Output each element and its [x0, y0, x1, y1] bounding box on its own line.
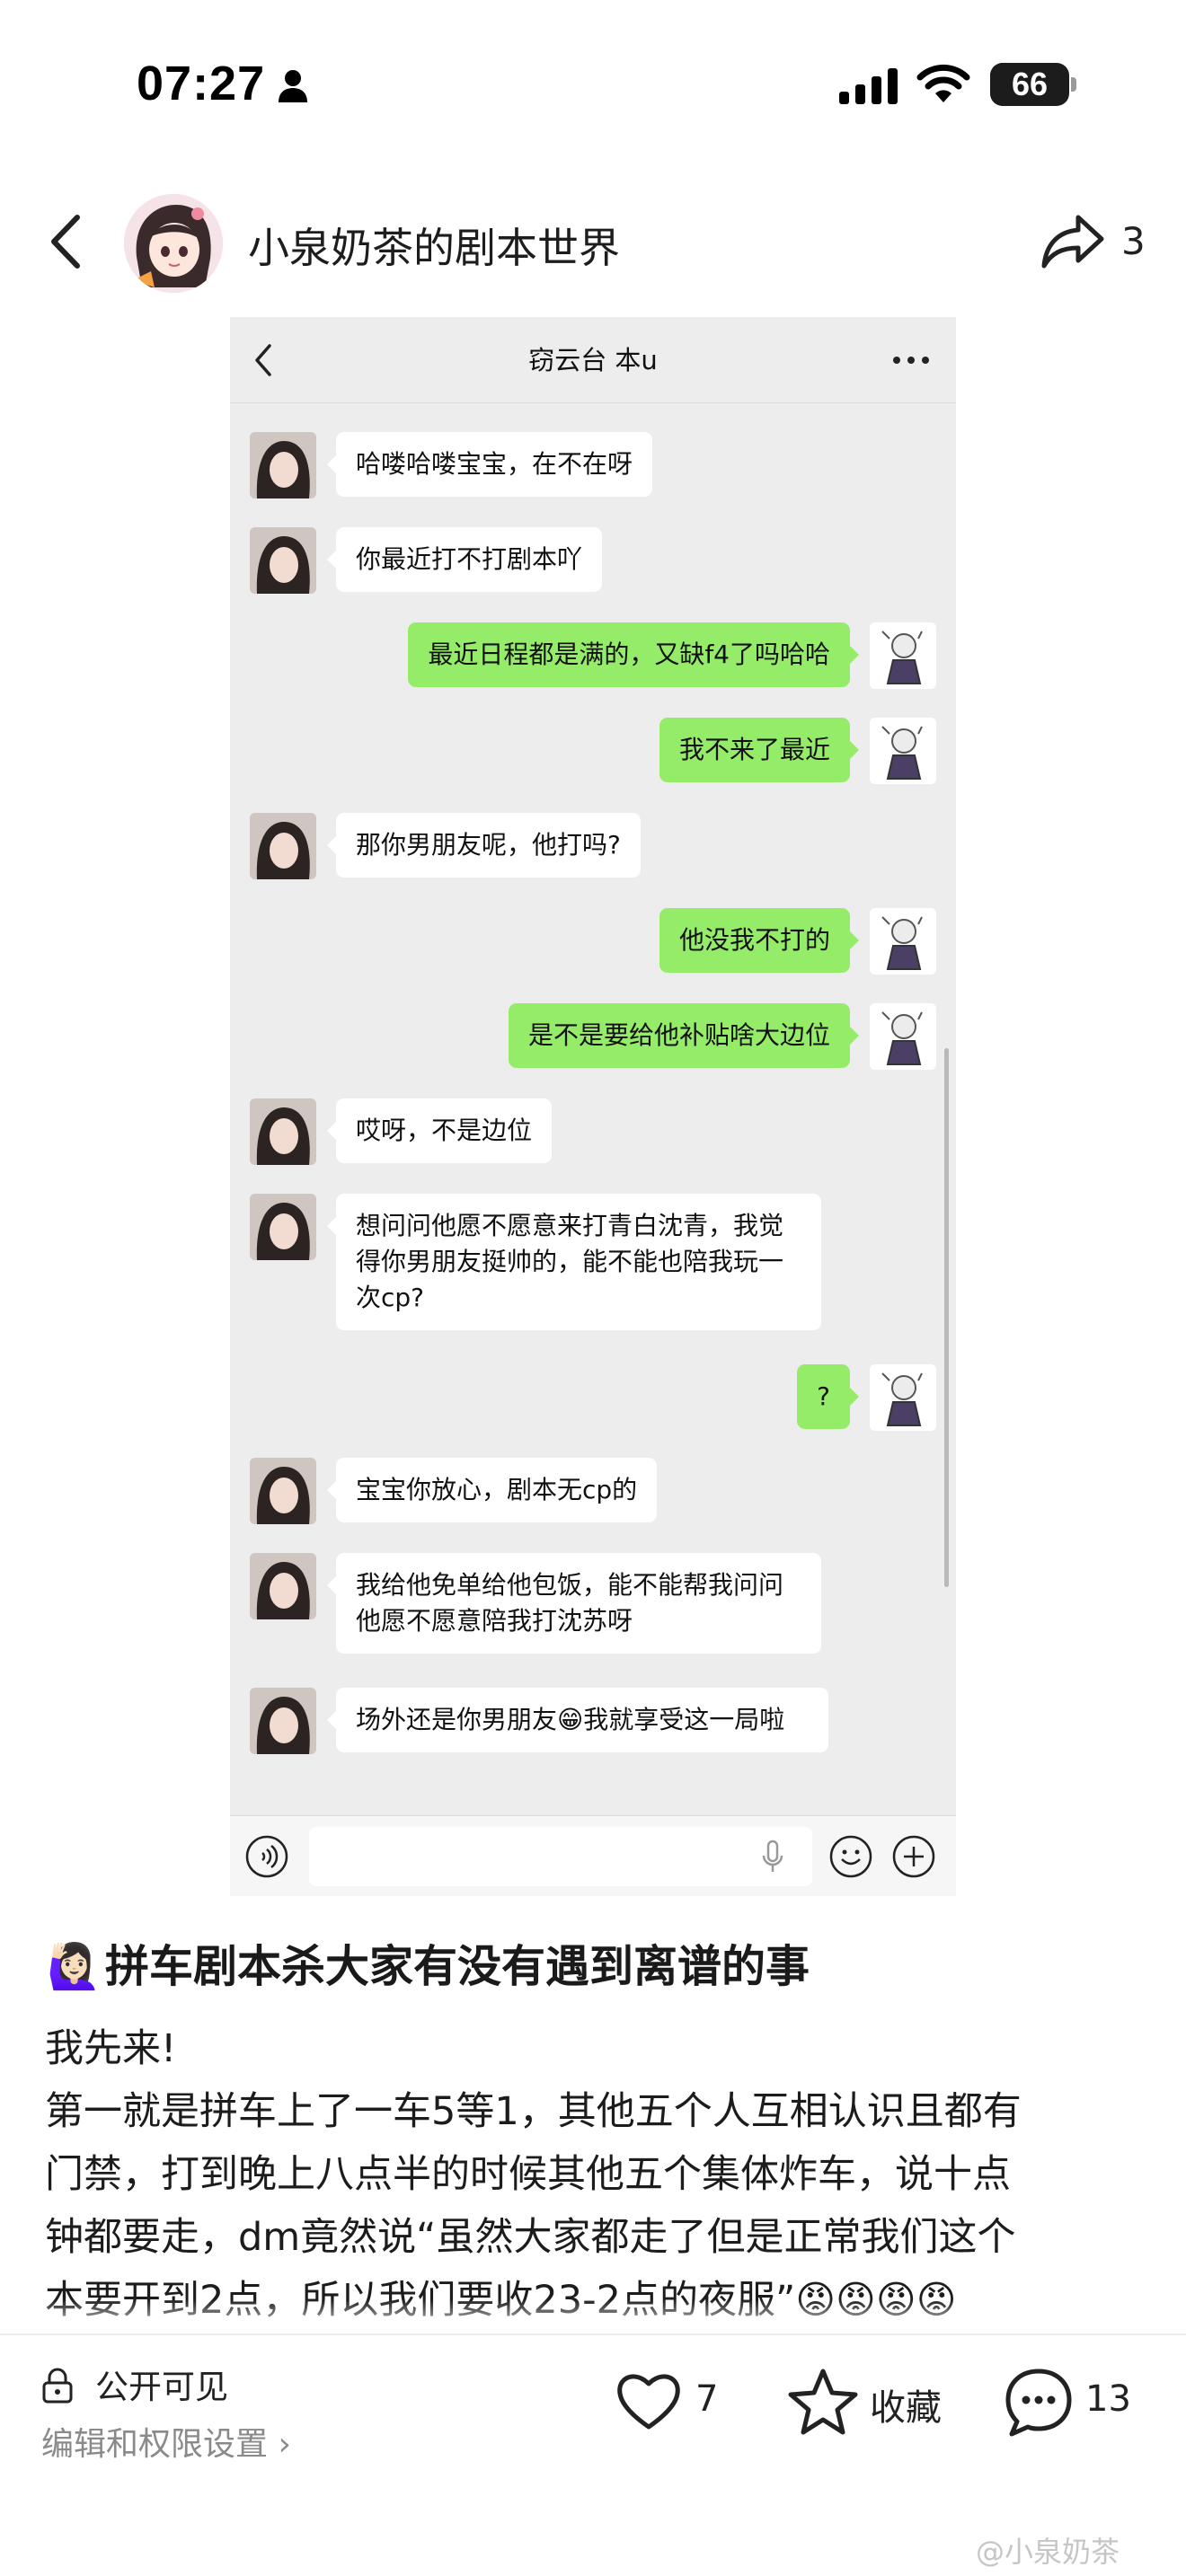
contact-avatar: [250, 1098, 316, 1165]
contact-avatar: [250, 1688, 316, 1754]
heart-icon: [617, 2374, 680, 2430]
favorite-button[interactable]: 收藏: [787, 2366, 967, 2438]
incoming-message: 你最近打不打剧本吖: [326, 527, 603, 592]
outgoing-message: 是不是要给他补贴啥大边位: [508, 1003, 860, 1068]
incoming-message: 想问问他愿不愿意来打青白沈青，我觉得你男朋友挺帅的，能不能也陪我玩一次cp?: [327, 1194, 821, 1330]
incoming-message: 哈喽哈喽宝宝，在不在呀: [326, 432, 653, 497]
chat-input-bar: [230, 1815, 956, 1896]
author-avatar[interactable]: [124, 194, 223, 293]
author-name[interactable]: 小泉奶茶的剧本世界: [248, 216, 620, 275]
self-avatar: [870, 718, 936, 784]
wifi-icon: [916, 64, 970, 102]
avatar-illustration: [124, 194, 223, 293]
share-count: 3: [1121, 219, 1146, 263]
contact-avatar: [250, 1458, 316, 1524]
chat-screenshot-image[interactable]: 窃云台 本u 哈喽哈喽宝宝，在不在呀 你最近打不打剧本吖 最近日程都是满的，又缺…: [230, 317, 956, 1896]
edit-permissions-link[interactable]: 编辑和权限设置 ›: [41, 2418, 291, 2465]
outgoing-message: 他没我不打的: [659, 908, 860, 973]
chat-title: 窃云台 本u: [528, 345, 658, 375]
contact-avatar: [250, 1194, 316, 1260]
share-icon: [1041, 215, 1104, 269]
battery-icon: 66: [990, 63, 1069, 106]
emoji-icon: [829, 1835, 872, 1878]
comment-icon: [1005, 2369, 1072, 2437]
incoming-message: 哎呀，不是边位: [326, 1098, 553, 1163]
self-avatar: [870, 1003, 936, 1070]
post-body: 我先来! 第一就是拼车上了一车5等1，其他五个人互相认识且都有 门禁，打到晚上八…: [45, 2017, 1150, 2332]
watermark: @小泉奶茶: [976, 2535, 1120, 2569]
incoming-message: 那你男朋友呢，他打吗?: [327, 813, 641, 878]
like-button[interactable]: 7: [613, 2366, 748, 2438]
raising-hand-emoji: 🙋🏻‍♀️: [47, 1941, 102, 1992]
outgoing-message: 我不来了最近: [659, 718, 860, 782]
post-title-text: 拼车剧本杀大家有没有遇到离谱的事: [105, 1941, 810, 1992]
microphone-icon: [762, 1839, 783, 1872]
incoming-message: 场外还是你男朋友😁我就享受这一局啦: [327, 1688, 828, 1752]
lock-icon: [42, 2368, 73, 2404]
post-body-line: 门禁，打到晚上八点半的时候其他五个集体炸车，说十点: [45, 2152, 1011, 2197]
battery-cap: [1071, 77, 1076, 92]
plus-icon: [892, 1835, 935, 1878]
self-avatar: [870, 622, 936, 689]
incoming-message: 我给他免单给他包饭，能不能帮我问问他愿不愿意陪我打沈苏呀: [327, 1553, 821, 1654]
cellular-signal-icon: [839, 68, 898, 104]
incoming-message: 宝宝你放心，剧本无cp的: [326, 1458, 658, 1522]
contact-avatar: [250, 527, 316, 594]
chat-scrollbar: [944, 1048, 949, 1587]
contact-avatar: [250, 1553, 316, 1619]
status-time: 07:27: [137, 57, 266, 110]
comment-button[interactable]: 13: [1003, 2366, 1182, 2438]
chat-text-field: [309, 1827, 812, 1886]
like-count: 7: [695, 2378, 719, 2420]
visibility-label: 公开可见: [95, 2368, 228, 2406]
battery-level: 66: [1011, 66, 1049, 102]
post-body-line: 钟都要走，dm竟然说“虽然大家都走了但是正常我们这个: [45, 2215, 1016, 2260]
self-avatar: [870, 908, 936, 975]
voice-icon: [245, 1835, 288, 1878]
status-bar: 07:27 66: [0, 0, 1186, 171]
outgoing-message: ?: [797, 1364, 859, 1429]
more-icon: [893, 357, 929, 364]
share-button[interactable]: 3: [1039, 212, 1173, 273]
post-body-line: 第一就是拼车上了一车5等1，其他五个人互相认识且都有: [45, 2089, 1022, 2134]
text-fade-overlay: [0, 2299, 1186, 2335]
back-button[interactable]: [43, 212, 88, 271]
post-title: 🙋🏻‍♀️拼车剧本杀大家有没有遇到离谱的事: [47, 1931, 810, 1995]
contact-avatar: [250, 432, 316, 498]
self-avatar: [870, 1364, 936, 1431]
post-body-line: 我先来!: [45, 2026, 177, 2071]
contact-avatar: [250, 813, 316, 879]
outgoing-message: 最近日程都是满的，又缺f4了吗哈哈: [408, 622, 859, 687]
person-icon: [279, 70, 307, 102]
favorite-label: 收藏: [870, 2387, 942, 2429]
chat-topbar: 窃云台 本u: [230, 317, 956, 403]
star-icon: [788, 2369, 858, 2435]
comment-count: 13: [1085, 2378, 1131, 2420]
